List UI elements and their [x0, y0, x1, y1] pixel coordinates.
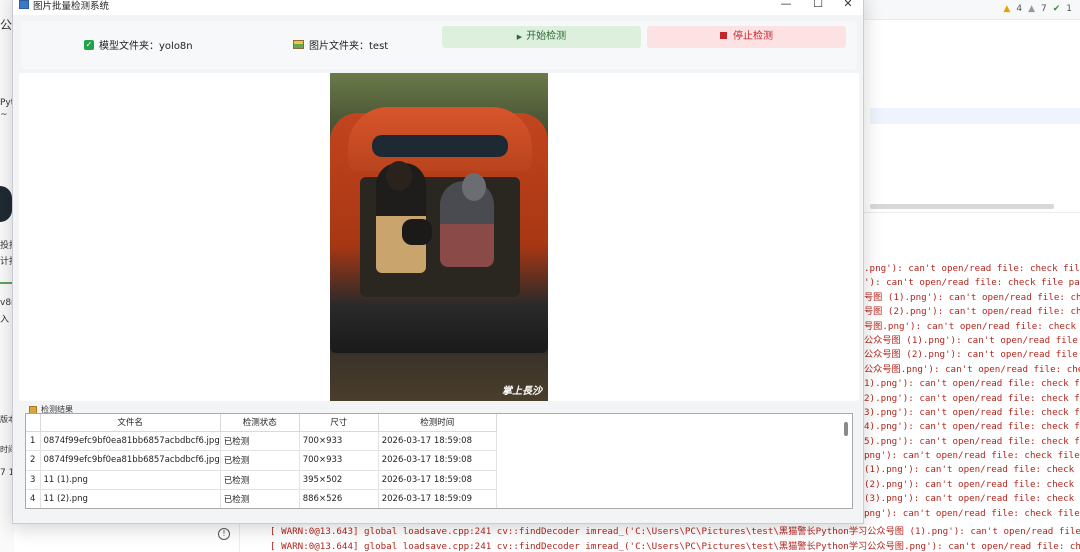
stop-detection-button[interactable]: 停止检测 [647, 26, 846, 48]
results-table[interactable]: 文件名 检测状态 尺寸 检测时间 1 0874f99efc9bf0ea81bb6… [25, 413, 853, 509]
cell-size: 700×933 [299, 450, 379, 471]
console-line: 公众号图 (2).png'): can't open/read file: ch [864, 349, 1080, 361]
console-line: 4).png'): can't open/read file: check fi… [864, 421, 1080, 433]
model-folder-selector[interactable]: ✓ 模型文件夹：yolo8n [84, 37, 193, 52]
warning-count: 4 [1016, 4, 1023, 14]
row-number-header [26, 414, 41, 432]
console-bottom: ! [ WARN:0@13.643] global loadsave.cpp:2… [210, 520, 1080, 552]
ide-fragment: ~ [0, 110, 8, 120]
console-line: 3).png'): can't open/read file: check fi… [864, 406, 1080, 418]
console-line: [ WARN:0@13.643] global loadsave.cpp:241… [270, 526, 1080, 537]
console-line: (2).png'): can't open/read file: check f… [864, 478, 1080, 490]
maximize-button[interactable]: ☐ [803, 0, 833, 12]
console-line: (1).png'): can't open/read file: check f… [864, 464, 1080, 476]
row-number: 2 [26, 450, 41, 471]
console-line: 2).png'): can't open/read file: check fi… [864, 392, 1080, 404]
warning-icon: ▲ [1003, 4, 1011, 14]
cell-status: 已检测 [220, 489, 300, 508]
ide-fragment: 入 [0, 315, 10, 325]
cell-status: 已检测 [220, 470, 300, 490]
checkbox-icon: ✓ [84, 39, 94, 50]
cell-time: 2026-03-17 18:59:08 [378, 470, 497, 490]
editor-horizontal-scrollbar[interactable] [870, 204, 1054, 209]
cell-filename: 0874f99efc9bf0ea81bb6857acbdbcf6.jpg [40, 450, 221, 471]
minimize-button[interactable]: — [771, 0, 801, 12]
info-icon[interactable]: ! [218, 528, 230, 540]
start-detection-button[interactable]: ▶ 开始检测 [442, 26, 641, 48]
image-icon [293, 40, 304, 49]
ide-editor-header: ▲ 4 ▲ 7 ✔ 1 [864, 0, 1080, 20]
cell-size: 886×526 [299, 489, 379, 508]
console-line: png'): can't open/read file: check file … [864, 507, 1080, 519]
current-line-highlight [870, 108, 1080, 124]
cell-filename: 11 (1).png [40, 470, 221, 490]
console-line: '): can't open/read file: check file pat… [864, 277, 1080, 289]
console-gutter: ! [210, 520, 240, 552]
table-row[interactable]: 2 0874f99efc9bf0ea81bb6857acbdbcf6.jpg 已… [26, 450, 497, 471]
stop-icon [720, 32, 727, 39]
table-vertical-scrollbar[interactable] [844, 422, 848, 436]
photo-dog [402, 219, 432, 245]
photo-person-head [462, 173, 486, 201]
app-window: 图片批量检测系统 — ☐ ✕ ✓ 模型文件夹：yolo8n 图片文件夹：test… [12, 0, 864, 524]
stop-button-label: 停止检测 [733, 31, 773, 42]
table-row[interactable]: 4 11 (2).png 已检测 886×526 2026-03-17 18:5… [26, 489, 497, 508]
console-line: 号图.png'): can't open/read file: check fi… [864, 320, 1080, 332]
image-folder-label: 图片文件夹：test [309, 41, 389, 52]
photo-hatch-glass [372, 135, 508, 157]
cell-time: 2026-03-17 18:59:09 [378, 489, 497, 508]
column-header-filename[interactable]: 文件名 [40, 414, 221, 432]
column-header-status[interactable]: 检测状态 [220, 414, 300, 432]
close-button[interactable]: ✕ [833, 0, 863, 12]
preview-photo: 掌上長沙 [330, 73, 548, 401]
control-toolbar: ✓ 模型文件夹：yolo8n 图片文件夹：test ▶ 开始检测 停止检测 [21, 21, 857, 69]
column-header-size[interactable]: 尺寸 [299, 414, 379, 432]
ok-count: 1 [1066, 4, 1072, 14]
window-title: 图片批量检测系统 [33, 1, 110, 12]
image-preview: 掌上長沙 [19, 73, 859, 401]
weak-warning-icon: ▲ [1028, 4, 1035, 14]
cell-time: 2026-03-17 18:59:08 [378, 450, 497, 471]
table-row[interactable]: 1 0874f99efc9bf0ea81bb6857acbdbcf6.jpg 已… [26, 431, 497, 451]
check-icon: ✔ [1052, 4, 1061, 14]
panel-divider [864, 212, 1080, 213]
console-line: .png'): can't open/read file: check file [864, 263, 1080, 274]
console-line: 公众号图 (1).png'): can't open/read file: ch [864, 334, 1080, 346]
app-icon [19, 0, 29, 9]
cell-status: 已检测 [220, 450, 300, 471]
column-header-time[interactable]: 检测时间 [378, 414, 497, 432]
title-bar: 图片批量检测系统 — ☐ ✕ [13, 0, 863, 15]
cell-size: 700×933 [299, 431, 379, 451]
row-number: 4 [26, 489, 41, 508]
table-row[interactable]: 3 11 (1).png 已检测 395×502 2026-03-17 18:5… [26, 470, 497, 490]
image-folder-selector[interactable]: 图片文件夹：test [293, 37, 388, 52]
cell-filename: 0874f99efc9bf0ea81bb6857acbdbcf6.jpg [40, 431, 221, 451]
model-folder-label: 模型文件夹：yolo8n [99, 41, 193, 52]
console-line: 1).png'): can't open/read file: check fi… [864, 378, 1080, 390]
ide-fragment: 公 [0, 18, 13, 32]
inspection-widget[interactable]: ▲ 4 ▲ 7 ✔ 1 [1003, 4, 1072, 14]
row-number: 3 [26, 470, 41, 490]
console-output: .png'): can't open/read file: check file… [864, 262, 1080, 521]
console-line: 5).png'): can't open/read file: check fi… [864, 435, 1080, 447]
cell-filename: 11 (2).png [40, 489, 221, 508]
console-line: 号图 (1).png'): can't open/read file: chec… [864, 291, 1080, 303]
photo-person-head [386, 161, 412, 191]
weak-warning-count: 7 [1040, 4, 1047, 14]
results-section: 检测结果 文件名 检测状态 尺寸 检测时间 1 0874f99efc9bf0ea… [19, 403, 859, 515]
photo-watermark: 掌上長沙 [502, 386, 542, 397]
start-button-label: 开始检测 [526, 31, 567, 42]
console-line: 号图 (2).png'): can't open/read file: chec… [864, 306, 1080, 318]
cell-time: 2026-03-17 18:59:08 [378, 431, 497, 451]
console-line: (3).png'): can't open/read file: check f… [864, 493, 1080, 505]
cell-status: 已检测 [220, 431, 300, 451]
console-line: [ WARN:0@13.644] global loadsave.cpp:241… [270, 541, 1080, 552]
row-number: 1 [26, 431, 41, 451]
console-line: png'): can't open/read file: check file … [864, 450, 1080, 462]
table-header-row: 文件名 检测状态 尺寸 检测时间 [26, 414, 497, 432]
console-line: 公众号图.png'): can't open/read file: check [864, 363, 1080, 375]
cell-size: 395×502 [299, 470, 379, 490]
play-icon: ▶ [516, 33, 523, 41]
